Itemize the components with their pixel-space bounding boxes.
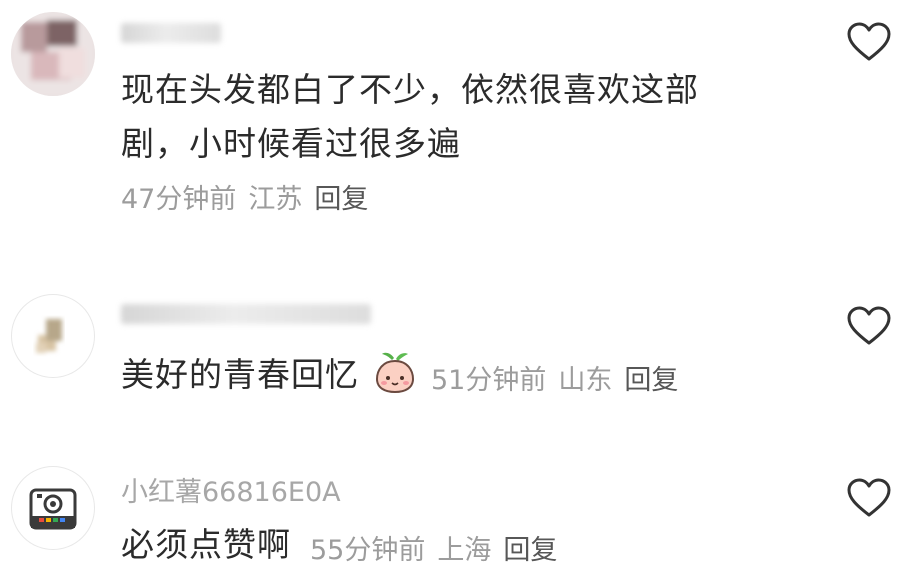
comment-text: 必须点赞啊 [121,518,291,572]
comment-item: 美好的青春回忆 51分钟前 山东 回复 [0,230,903,430]
avatar[interactable] [11,466,95,550]
comment-item: 小红薯66816E0A 必须点赞啊 55分钟前 上海 回复 [0,430,903,588]
peach-emoji [375,352,415,394]
camera-icon [29,488,77,530]
comment-text-line: 现在头发都白了不少，依然很喜欢这部 [121,70,699,109]
comment-time: 51分钟前 [431,365,547,396]
comment-text-line: 必须点赞啊 [121,525,291,564]
avatar[interactable] [11,12,95,96]
reply-button[interactable]: 回复 [314,184,368,215]
heart-outline-icon[interactable] [846,478,892,518]
comment-text: 现在头发都白了不少，依然很喜欢这部 剧，小时候看过很多遍 [121,63,699,171]
comment-username[interactable]: 小红薯66816E0A [121,470,341,509]
comment-meta: 51分钟前 山东 回复 [431,358,690,397]
comment-location: 上海 [437,535,492,566]
username-redacted[interactable] [121,23,221,43]
comment-time: 55分钟前 [310,535,426,566]
blurred-avatar-image [36,319,62,353]
reply-button[interactable]: 回复 [503,535,557,566]
heart-outline-icon[interactable] [846,22,892,62]
comment-location: 山东 [558,365,613,396]
comment-item: 现在头发都白了不少，依然很喜欢这部 剧，小时候看过很多遍 47分钟前 江苏 回复 [0,0,903,230]
comment-text-line: 美好的青春回忆 [121,355,359,394]
avatar[interactable] [11,294,95,378]
heart-outline-icon[interactable] [846,306,892,346]
comment-text: 美好的青春回忆 [121,348,359,402]
comment-location: 江苏 [248,184,303,215]
comment-meta: 55分钟前 上海 回复 [310,528,569,567]
username-redacted[interactable] [121,304,371,324]
comment-time: 47分钟前 [121,184,237,215]
comment-text-line: 剧，小时候看过很多遍 [121,124,461,163]
comment-meta: 47分钟前 江苏 回复 [121,177,380,216]
reply-button[interactable]: 回复 [624,365,678,396]
blurred-avatar-image [11,12,95,96]
